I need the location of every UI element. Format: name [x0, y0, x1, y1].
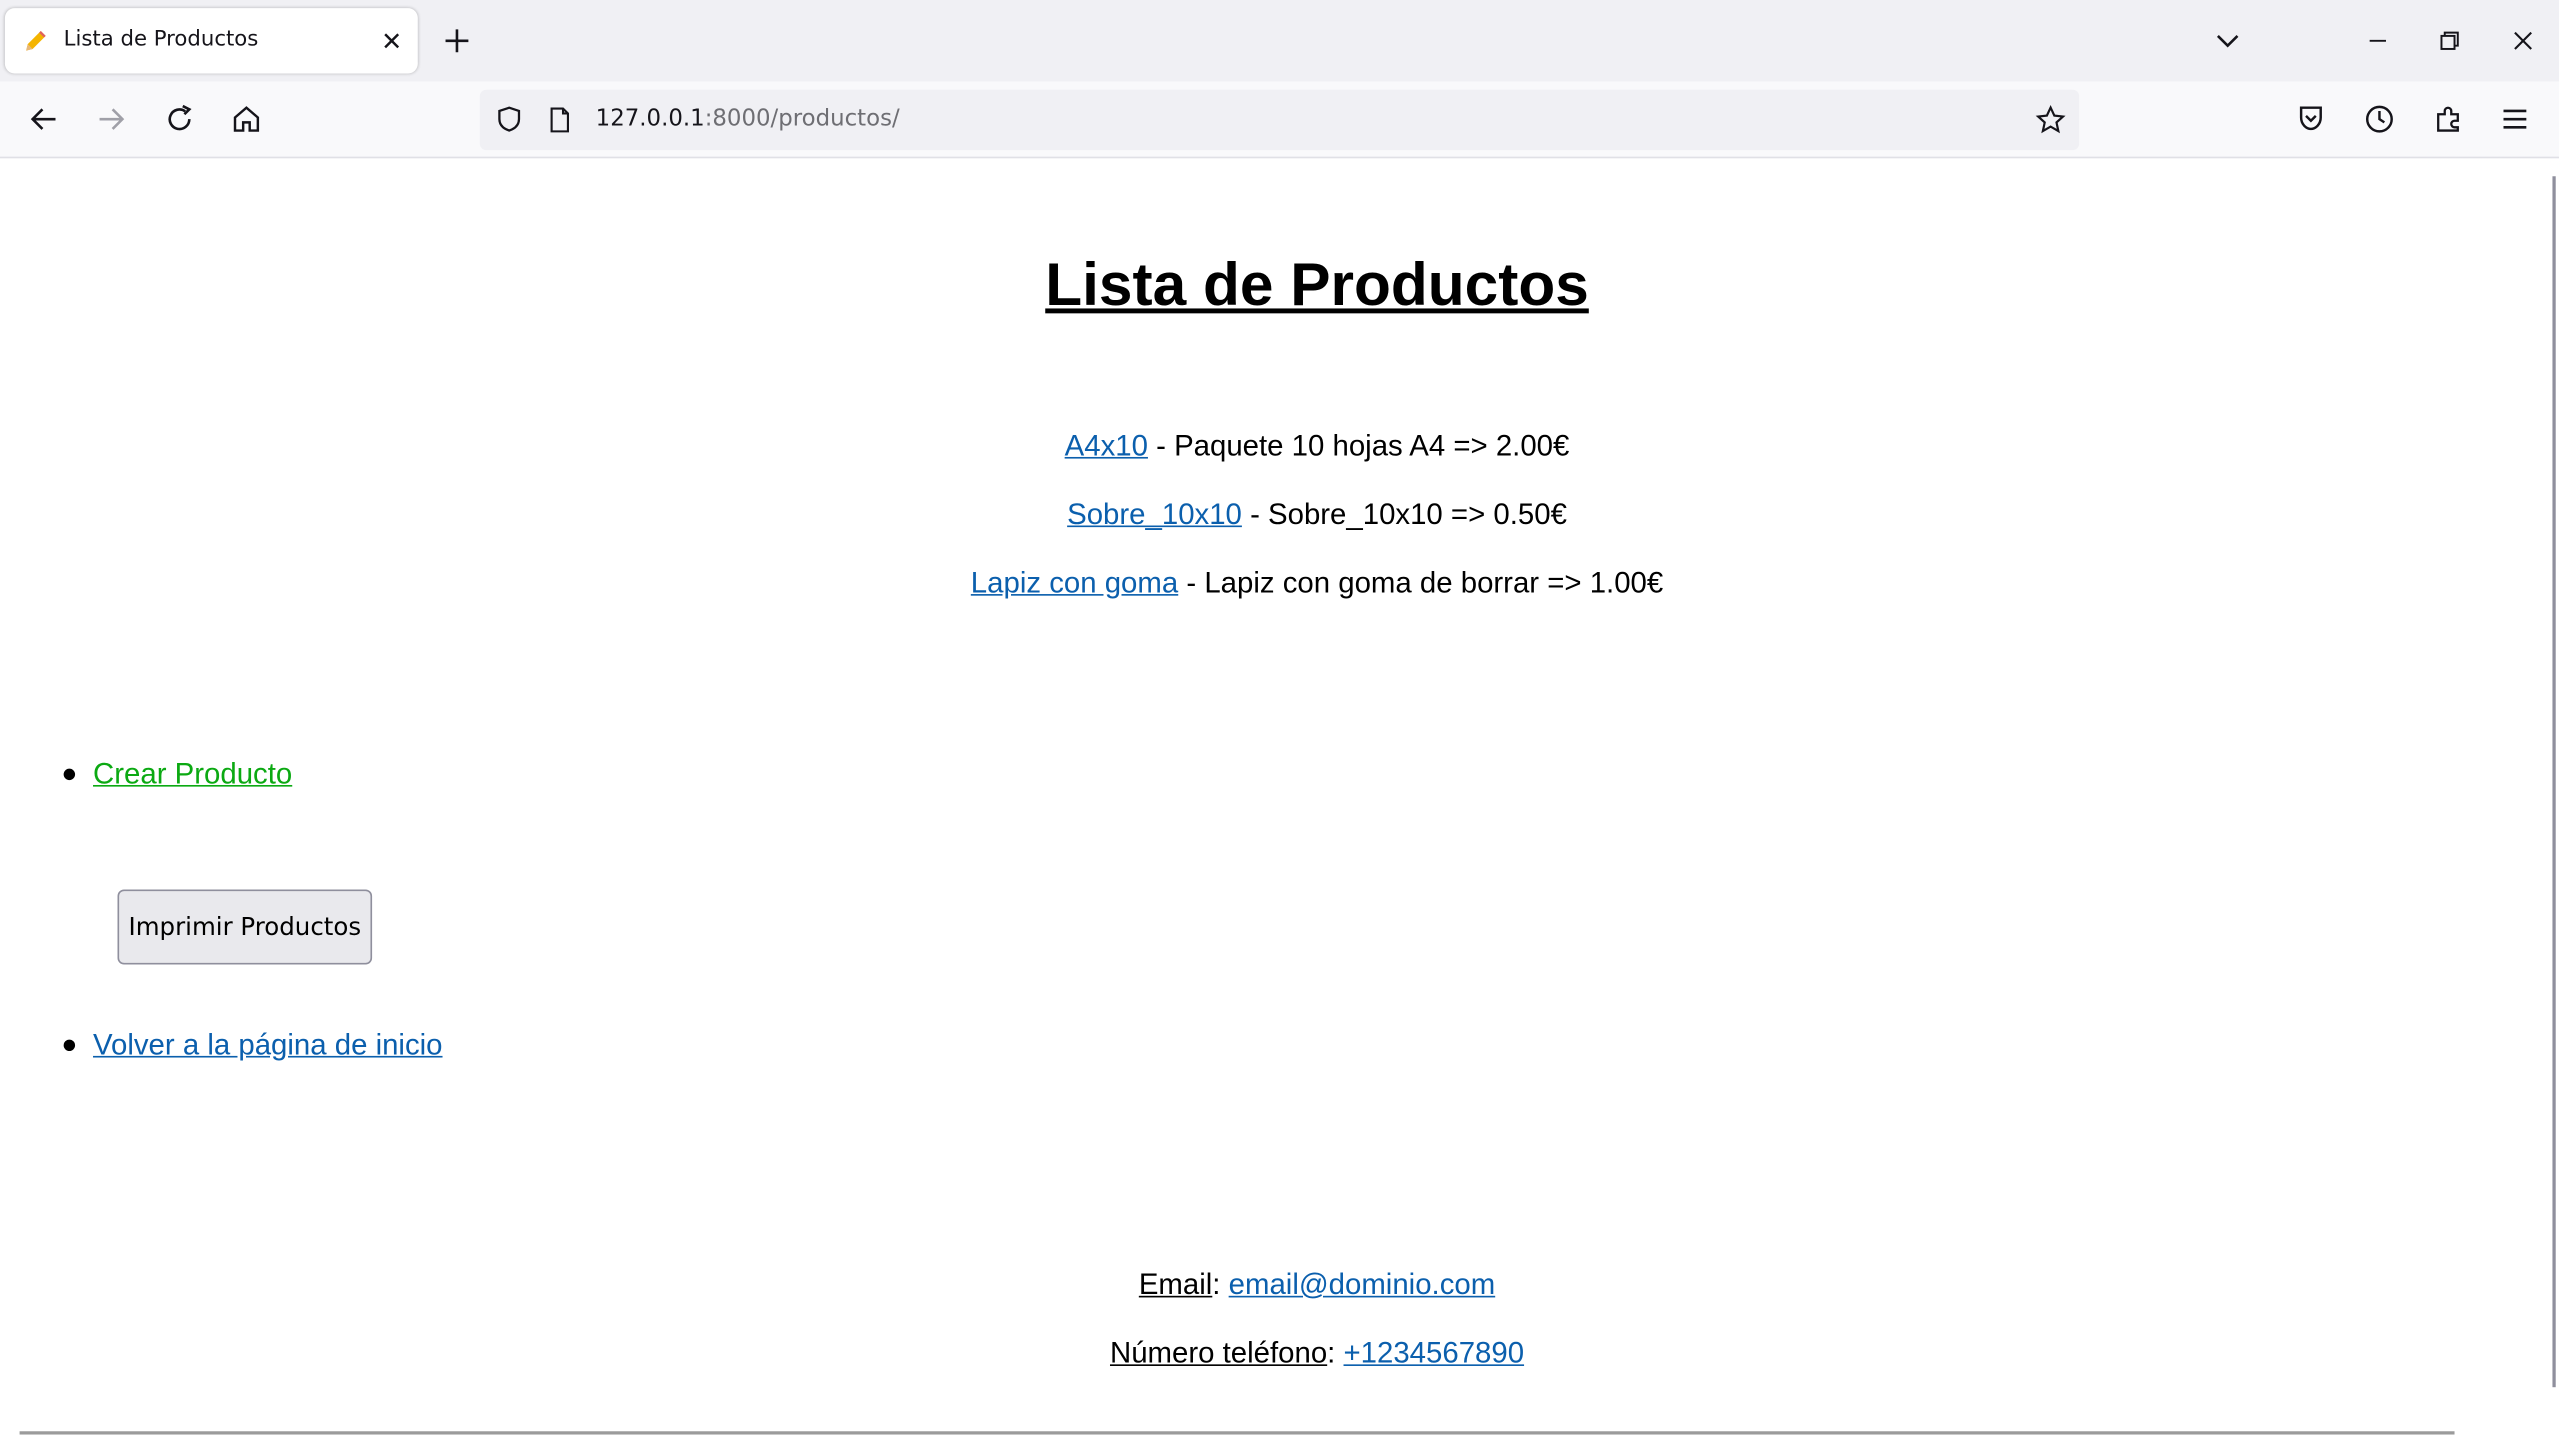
plus-icon[interactable]: [442, 26, 471, 55]
product-item: A4x10 - Paquete 10 hojas A4 => 2.00€: [0, 424, 2559, 493]
create-product-link[interactable]: Crear Producto: [93, 757, 292, 791]
email-label: Email: [1138, 1268, 1213, 1301]
product-list: A4x10 - Paquete 10 hojas A4 => 2.00€ Sob…: [0, 424, 2559, 630]
product-description: - Paquete 10 hojas A4 => 2.00€: [1147, 429, 1570, 462]
back-home-link[interactable]: Volver a la página de inicio: [93, 1028, 443, 1062]
footer: Email: email@dominio.com Número teléfono…: [0, 1263, 2559, 1400]
scrollbar-thumb[interactable]: [2552, 176, 2556, 1388]
page-title: Lista de Productos: [1045, 251, 1589, 319]
horizontal-rule: [19, 1431, 2455, 1435]
reload-icon[interactable]: [163, 103, 196, 136]
pocket-save-icon[interactable]: [2295, 103, 2328, 136]
restore-icon[interactable]: [2435, 26, 2464, 55]
phone-link[interactable]: +1234567890: [1344, 1337, 1525, 1370]
product-description: - Sobre_10x10 => 0.50€: [1241, 497, 1567, 531]
back-arrow-icon[interactable]: [28, 103, 61, 136]
product-link[interactable]: A4x10: [1065, 429, 1148, 462]
footer-phone: Número teléfono: +1234567890: [1109, 1336, 1525, 1370]
print-products-button[interactable]: Imprimir Productos: [117, 889, 373, 965]
navigation-toolbar: 127.0.0.1:8000/productos/: [0, 81, 2559, 159]
hamburger-menu-icon[interactable]: [2499, 103, 2532, 136]
extensions-puzzle-icon[interactable]: [2432, 103, 2465, 136]
product-item: Sobre_10x10 - Sobre_10x10 => 0.50€: [0, 493, 2559, 562]
product-link[interactable]: Sobre_10x10: [1067, 498, 1242, 531]
email-link[interactable]: email@dominio.com: [1229, 1268, 1496, 1301]
url-path: :8000/productos/: [704, 106, 900, 133]
tab-strip: Lista de Productos: [0, 0, 2559, 82]
product-item: Lapiz con goma - Lapiz con goma de borra…: [0, 561, 2559, 630]
bullet: [63, 768, 76, 781]
chevron-down-icon[interactable]: [2213, 26, 2242, 55]
tab-active[interactable]: Lista de Productos: [4, 8, 418, 74]
footer-email: Email: email@dominio.com: [1138, 1268, 1496, 1301]
url-host: 127.0.0.1: [595, 106, 705, 133]
product-description: - Lapiz con goma de borrar => 1.00€: [1178, 566, 1664, 599]
home-icon[interactable]: [230, 103, 263, 136]
browser-window: Lista de Productos 127.0.0.1:8000/produc…: [0, 0, 2559, 1439]
create-product-item: Crear Producto: [60, 757, 292, 791]
star-bookmark-icon[interactable]: [2035, 104, 2066, 135]
forward-arrow-icon[interactable]: [95, 103, 128, 136]
tab-title: Lista de Productos: [63, 27, 259, 53]
page-content: Lista de Productos A4x10 - Paquete 10 ho…: [0, 159, 2550, 1439]
address-bar[interactable]: 127.0.0.1:8000/productos/: [479, 89, 2080, 151]
phone-label: Número teléfono: [1109, 1336, 1328, 1370]
shield-icon[interactable]: [494, 104, 523, 133]
back-home-item: Volver a la página de inicio: [60, 1028, 443, 1062]
close-icon[interactable]: [379, 28, 405, 54]
minimize-icon[interactable]: [2363, 26, 2392, 55]
close-window-icon[interactable]: [2508, 26, 2537, 55]
history-clock-icon[interactable]: [2363, 103, 2396, 136]
pencil-icon: [26, 31, 46, 51]
page-icon[interactable]: [547, 106, 573, 134]
product-link[interactable]: Lapiz con goma: [971, 566, 1178, 599]
bullet: [63, 1039, 76, 1052]
url-text[interactable]: 127.0.0.1:8000/productos/: [596, 106, 900, 132]
